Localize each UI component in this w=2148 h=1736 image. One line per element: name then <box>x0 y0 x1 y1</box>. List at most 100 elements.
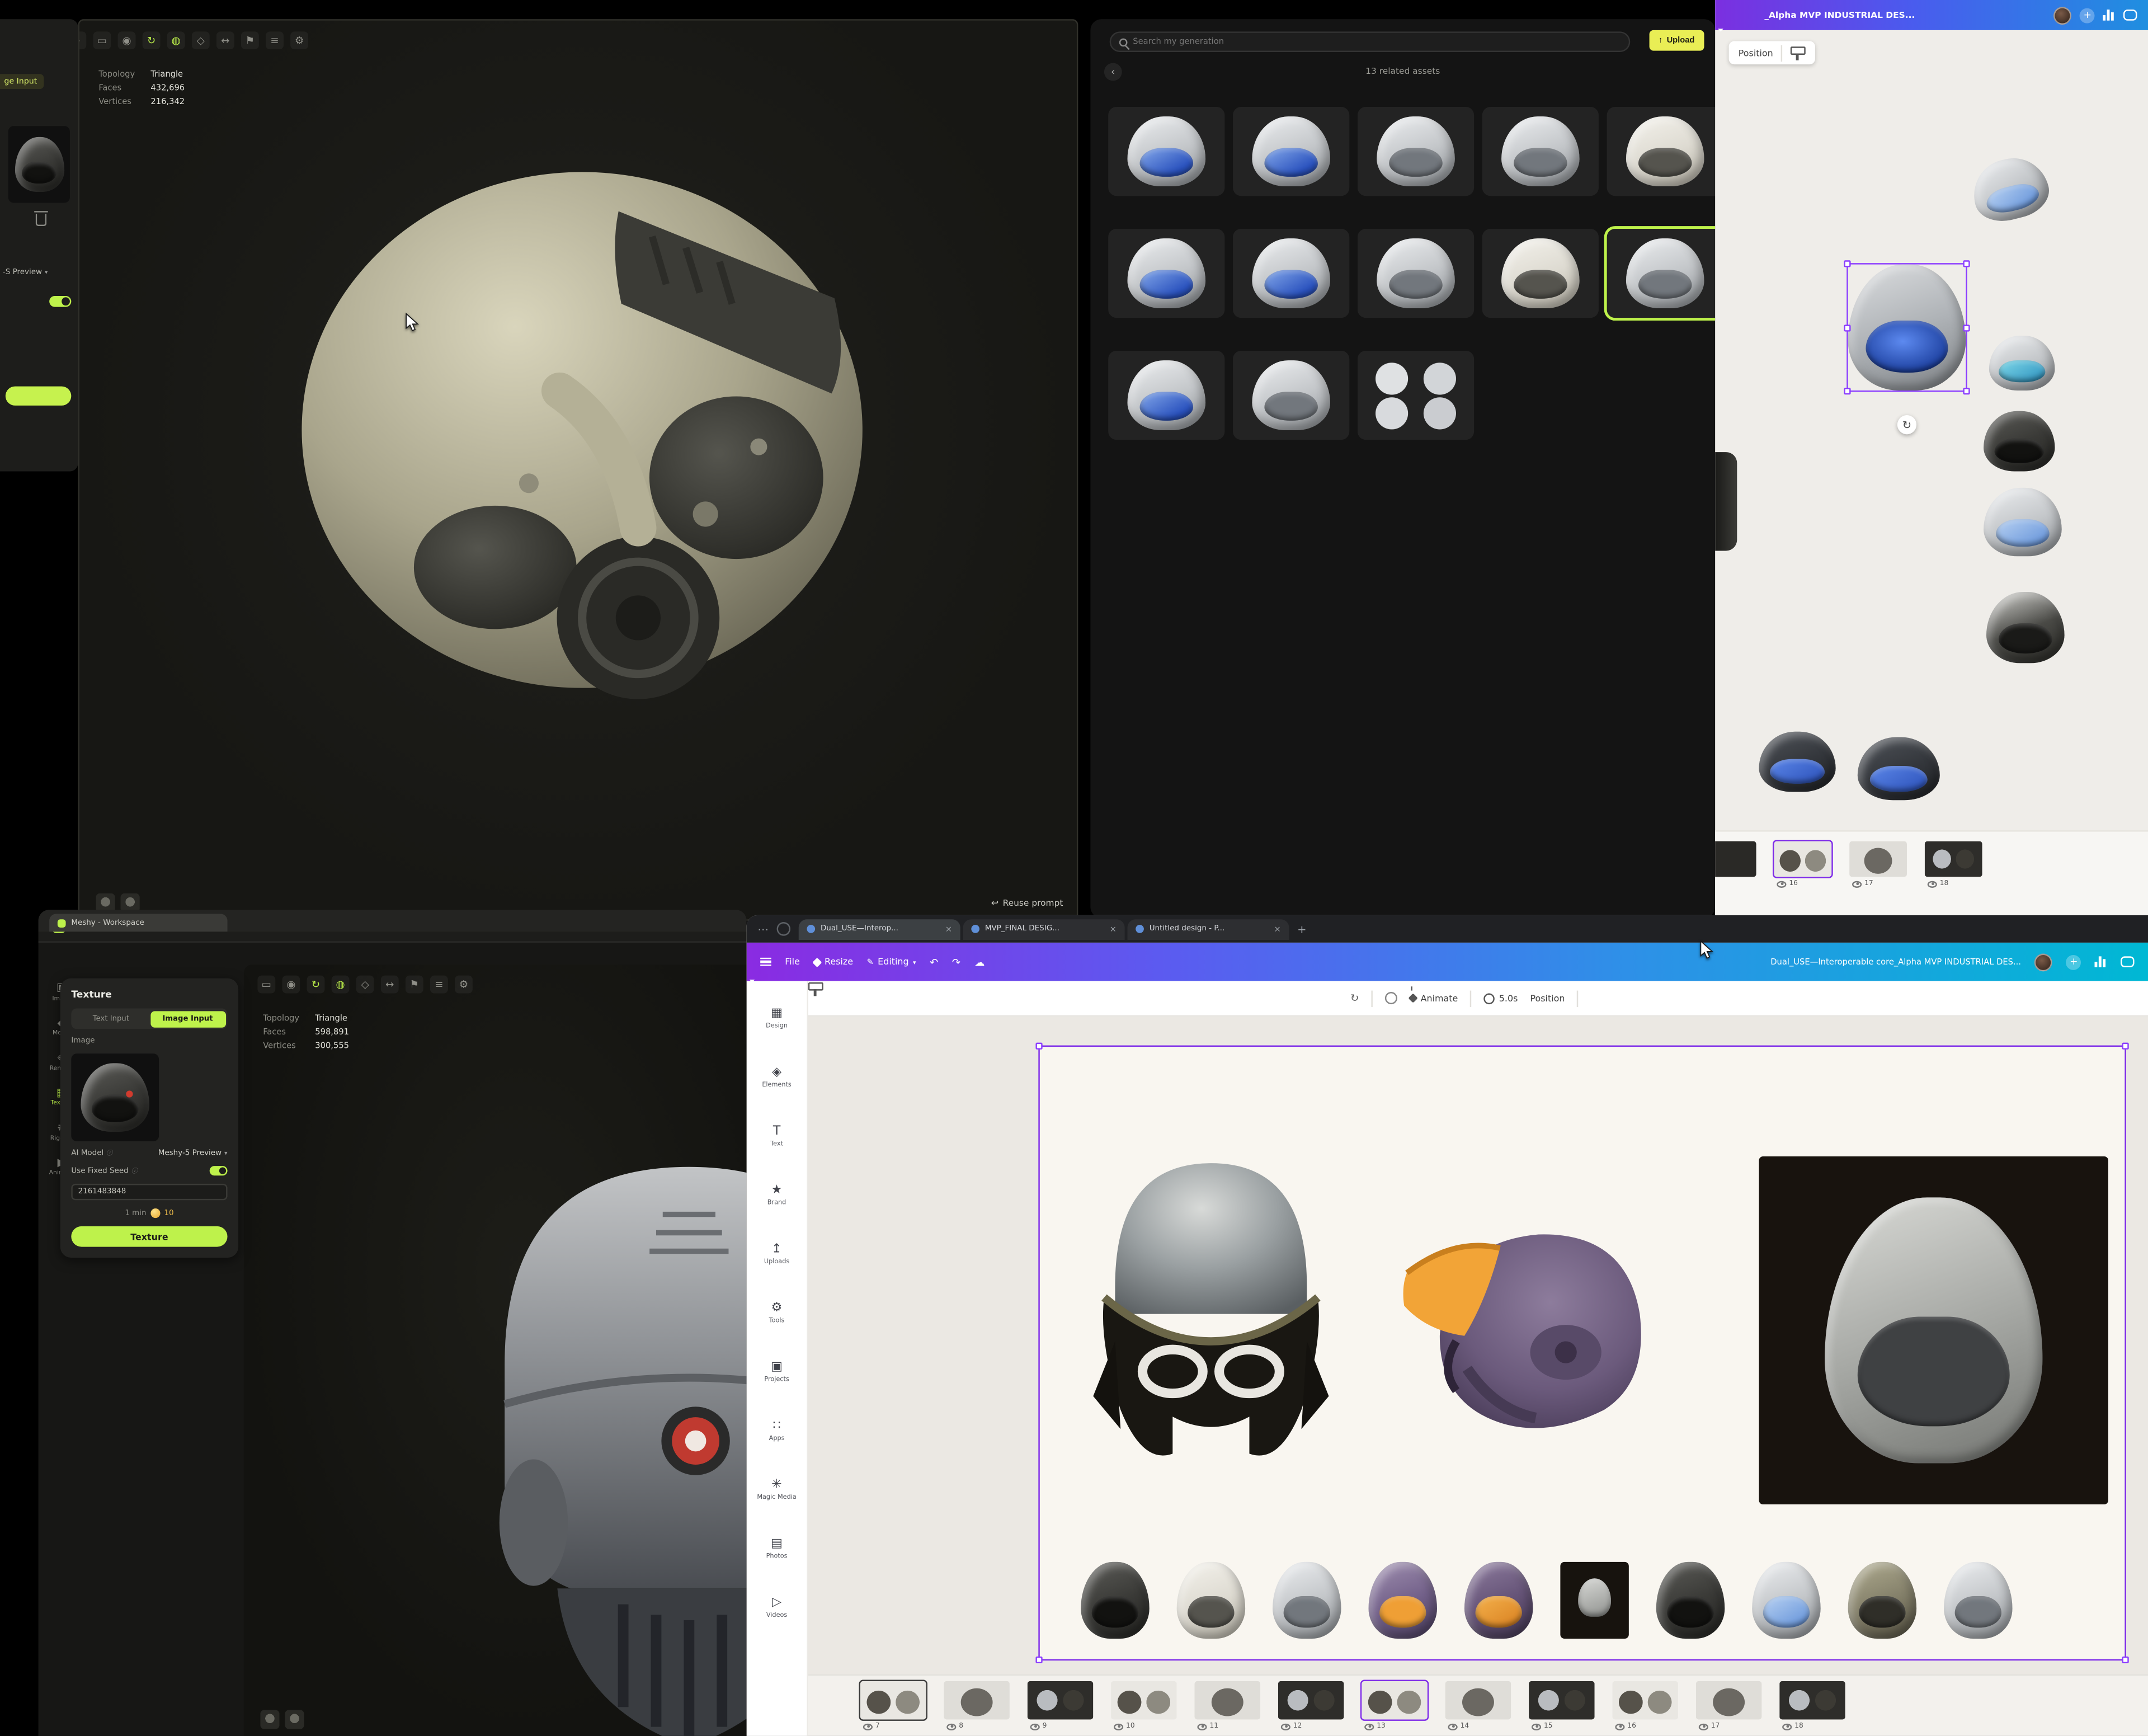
helmet-variant-thumbnail[interactable] <box>1650 1554 1732 1647</box>
page-thumbnail[interactable]: 18 <box>1925 841 1982 921</box>
sidebar-item[interactable]: Tools <box>747 1284 807 1343</box>
resize-handle[interactable] <box>2122 1043 2128 1050</box>
viewport-tool-icon[interactable] <box>266 31 284 49</box>
resize-handle[interactable] <box>1844 388 1850 394</box>
canvas-object[interactable] <box>1986 592 2065 663</box>
add-member-icon[interactable] <box>2080 7 2095 22</box>
viewport-tool-icon[interactable] <box>455 976 473 994</box>
helmet-variant-thumbnail[interactable] <box>1937 1554 2019 1647</box>
image-input-tab[interactable]: ge Input <box>0 74 44 89</box>
search-input[interactable] <box>1133 37 1621 46</box>
viewport-tool-icon[interactable] <box>167 31 185 49</box>
asset-thumbnail[interactable] <box>1358 107 1474 196</box>
page-thumbnail[interactable]: 11 <box>1195 1681 1261 1736</box>
viewport-tool-icon[interactable] <box>118 31 136 49</box>
viewport-tool-icon[interactable] <box>192 31 210 49</box>
page-thumbnail[interactable] <box>1715 841 1756 921</box>
more-icon[interactable] <box>757 923 769 935</box>
page-thumbnail[interactable]: 16 <box>1774 841 1831 921</box>
browser-tab[interactable]: Dual_USE—Interop... <box>799 919 960 939</box>
viewport-tool-icon[interactable] <box>216 31 234 49</box>
viewport-tool-icon[interactable] <box>241 31 259 49</box>
ai-model-select[interactable]: Meshy-5 Preview <box>158 1150 228 1158</box>
helmet-variant-thumbnail[interactable] <box>1841 1554 1923 1647</box>
sidebar-item[interactable]: Magic Media <box>747 1461 807 1519</box>
viewport-tool-icon[interactable] <box>307 976 325 994</box>
history-thumbnail[interactable] <box>260 1710 279 1729</box>
asset-thumbnail[interactable] <box>1482 229 1599 318</box>
sidebar-item[interactable]: Design <box>747 989 807 1048</box>
canvas-object[interactable] <box>1759 732 1835 792</box>
tab-close-icon[interactable] <box>1110 924 1117 935</box>
asset-thumbnail[interactable] <box>1358 351 1474 440</box>
asset-thumbnail[interactable] <box>1233 351 1349 440</box>
asset-thumbnail[interactable] <box>1108 351 1224 440</box>
refresh-icon[interactable] <box>1350 992 1359 1004</box>
avatar[interactable] <box>2054 6 2072 24</box>
tab-close-icon[interactable] <box>945 924 952 935</box>
sidebar-item[interactable]: Text <box>747 1107 807 1166</box>
tab-close-icon[interactable] <box>1274 924 1280 935</box>
toggle-switch[interactable] <box>49 296 71 307</box>
avatar[interactable] <box>2035 953 2053 971</box>
page-thumbnail[interactable]: 14 <box>1445 1681 1511 1736</box>
browser-tab[interactable]: MVP_FINAL DESIG... <box>963 919 1125 939</box>
helmet-3d-model[interactable] <box>285 152 888 728</box>
undo-icon[interactable] <box>930 956 938 968</box>
viewport-tool-icon[interactable] <box>143 31 161 49</box>
design-title[interactable]: _Alpha MVP INDUSTRIAL DES... <box>1764 10 2046 20</box>
asset-thumbnail[interactable] <box>1233 107 1349 196</box>
helmet-photo-frame[interactable] <box>1759 1156 2108 1504</box>
helmet-variant-thumbnail[interactable] <box>1266 1554 1348 1647</box>
page-thumbnail[interactable]: 7 <box>860 1681 926 1736</box>
asset-thumbnail[interactable] <box>1108 107 1224 196</box>
asset-thumbnail[interactable] <box>1358 229 1474 318</box>
resize-handle[interactable] <box>1963 388 1970 394</box>
reuse-prompt-button[interactable]: Reuse prompt <box>991 897 1063 909</box>
comments-icon[interactable] <box>2123 10 2137 21</box>
menu-icon[interactable] <box>760 956 771 968</box>
delete-icon[interactable] <box>36 214 47 226</box>
page-thumbnail[interactable]: 18 <box>1779 1681 1845 1736</box>
viewport-tool-icon[interactable] <box>332 976 350 994</box>
color-swatch[interactable] <box>1385 992 1397 1004</box>
browser-tab[interactable]: Meshy - Workspace <box>49 914 227 931</box>
viewport-tool-icon[interactable] <box>257 976 275 994</box>
page-thumbnail[interactable]: 17 <box>1696 1681 1762 1736</box>
sidebar-item[interactable]: Apps <box>747 1401 807 1460</box>
design-title[interactable]: Dual_USE—Interoperable core_Alpha MVP IN… <box>1770 957 2021 967</box>
helmet-side-image[interactable] <box>1385 1205 1652 1447</box>
sidebar-item[interactable]: Photos <box>747 1519 807 1578</box>
resize-handle[interactable] <box>1035 1043 1042 1050</box>
insights-icon[interactable] <box>2095 956 2107 967</box>
resize-handle[interactable] <box>1035 1657 1042 1663</box>
insights-icon[interactable] <box>2103 10 2115 21</box>
reference-image[interactable] <box>71 1053 159 1141</box>
editing-menu[interactable]: Editing <box>867 956 916 967</box>
helmet-variant-thumbnail[interactable] <box>1362 1554 1444 1647</box>
canvas-object[interactable] <box>1989 336 2055 391</box>
file-menu[interactable]: File <box>785 956 800 967</box>
page-thumbnail[interactable]: 17 <box>1849 841 1907 921</box>
image-input-tab[interactable]: Image Input <box>150 1010 225 1027</box>
text-input-tab[interactable]: Text Input <box>73 1010 149 1027</box>
position-button[interactable]: Position <box>1739 47 1773 58</box>
canvas-object[interactable] <box>1984 411 2055 472</box>
viewport-tool-icon[interactable] <box>282 976 300 994</box>
resize-handle[interactable] <box>1844 260 1850 267</box>
comments-icon[interactable] <box>2121 956 2134 967</box>
sidebar-item[interactable]: Brand <box>747 1166 807 1225</box>
page-thumbnail[interactable]: 9 <box>1028 1681 1094 1736</box>
add-member-icon[interactable] <box>2066 954 2081 970</box>
page-thumbnail[interactable]: 8 <box>944 1681 1010 1736</box>
page-thumbnail[interactable]: 13 <box>1362 1681 1428 1736</box>
duration-button[interactable]: 5.0s <box>1484 992 1518 1004</box>
sidebar-item[interactable]: Projects <box>747 1343 807 1401</box>
helmet-variant-thumbnail[interactable] <box>1745 1554 1827 1647</box>
asset-thumbnail[interactable] <box>1233 229 1349 318</box>
history-thumbnail[interactable] <box>285 1710 304 1729</box>
fixed-seed-toggle[interactable] <box>210 1166 228 1175</box>
asset-thumbnail[interactable] <box>1607 107 1715 196</box>
asset-thumbnail[interactable] <box>1108 229 1224 318</box>
viewport-tool-icon[interactable] <box>356 976 374 994</box>
